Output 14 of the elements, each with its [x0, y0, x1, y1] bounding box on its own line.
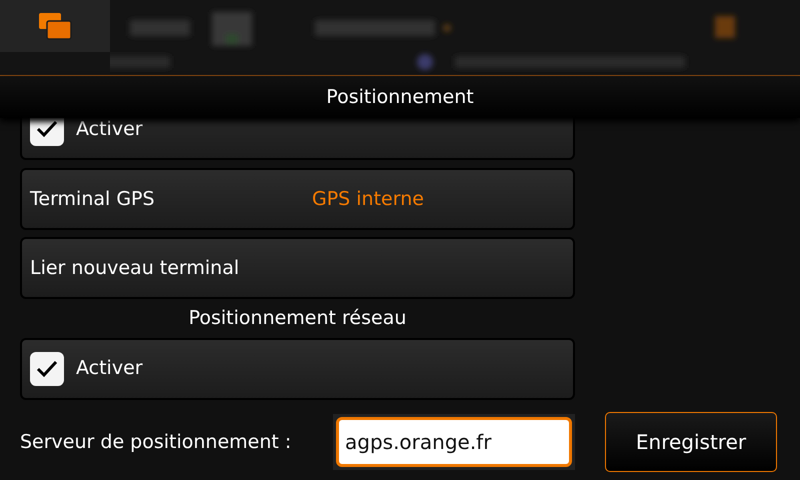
checkbox[interactable]	[30, 118, 64, 146]
server-label: Serveur de positionnement :	[20, 430, 292, 455]
checkbox[interactable]	[30, 352, 64, 386]
checkbox-row[interactable]: Activer	[20, 118, 575, 160]
dialog-title: Positionnement	[326, 84, 474, 110]
link-device-button[interactable]: Lier nouveau terminal	[20, 237, 575, 299]
checkmark-icon	[36, 360, 58, 378]
checkbox-row[interactable]: Activer	[20, 338, 575, 400]
save-button[interactable]: Enregistrer	[605, 412, 777, 472]
section-heading: Positionnement réseau	[188, 306, 406, 331]
picker-button[interactable]: Terminal GPS GPS interne	[20, 168, 575, 230]
task-switcher-icon[interactable]	[0, 0, 110, 52]
checkmark-icon	[36, 120, 58, 138]
server-field[interactable]: agps.orange.fr	[336, 417, 572, 467]
